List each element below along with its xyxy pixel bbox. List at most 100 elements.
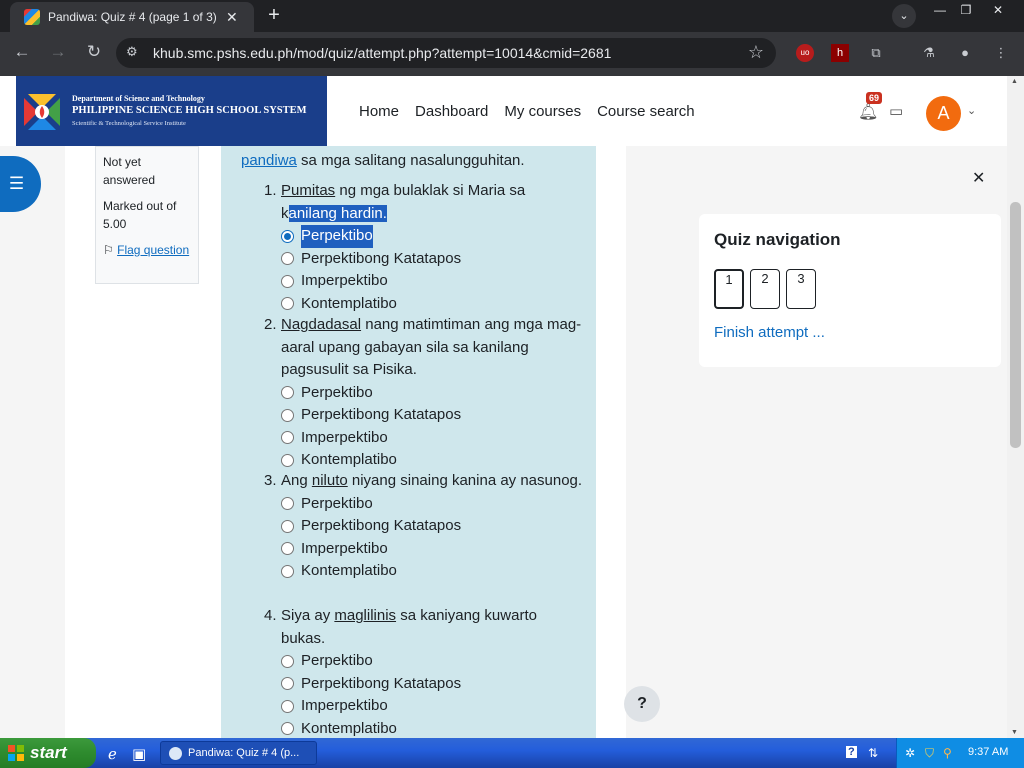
quiz-navigation-title: Quiz navigation xyxy=(714,230,841,249)
option-perpektibo[interactable]: Perpektibo xyxy=(281,493,584,516)
radio-button[interactable] xyxy=(281,408,294,422)
start-button[interactable]: start xyxy=(0,738,96,768)
finish-attempt-link[interactable]: Finish attempt ... xyxy=(714,324,825,341)
tab-search-icon[interactable]: ⌄ xyxy=(892,4,916,28)
quiz-page-button-3[interactable]: 3 xyxy=(786,269,816,309)
option-imperpektibo[interactable]: Imperpektibo xyxy=(281,538,584,561)
page-scrollbar[interactable]: ▲ ▼ xyxy=(1007,76,1024,738)
shield-tray-icon[interactable]: ⛉ xyxy=(925,746,934,761)
bookmark-star-icon[interactable]: ☆ xyxy=(748,42,764,63)
ie-quicklaunch-icon[interactable]: ℯ xyxy=(108,745,117,763)
option-label: Perpektibong Katatapos xyxy=(301,406,462,423)
option-imperpektibo[interactable]: Imperpektibo xyxy=(281,427,584,450)
extensions-puzzle-icon[interactable]: ⧉ xyxy=(867,44,885,62)
reload-icon[interactable]: ↻ xyxy=(82,42,106,62)
site-info-icon[interactable]: ⚙ xyxy=(126,44,138,60)
option-perpektibong-katatapos[interactable]: Perpektibong Katatapos xyxy=(281,673,584,696)
flag-question-link[interactable]: ⚐ Flag question xyxy=(103,241,191,259)
labs-flask-icon[interactable]: ⚗ xyxy=(920,44,938,62)
tab-close-icon[interactable]: ✕ xyxy=(226,9,238,26)
option-kontemplatibo[interactable]: Kontemplatibo xyxy=(281,560,584,583)
option-label: Kontemplatibo xyxy=(301,294,397,312)
address-bar[interactable]: ⚙ khub.smc.pshs.edu.ph/mod/quiz/attempt.… xyxy=(116,38,776,68)
question-intro: pandiwa sa mga salitang nasalungguhitan. xyxy=(241,152,525,169)
pandiwa-link[interactable]: pandiwa xyxy=(241,152,297,169)
menu-kebab-icon[interactable]: ⋮ xyxy=(992,44,1010,62)
help-tray-icon[interactable]: ? xyxy=(846,746,857,758)
course-index-toggle-icon[interactable]: ☰ xyxy=(0,156,41,212)
nav-my-courses[interactable]: My courses xyxy=(504,103,581,120)
nav-course-search[interactable]: Course search xyxy=(597,103,695,120)
radio-button[interactable] xyxy=(281,677,294,691)
radio-button[interactable] xyxy=(281,431,294,445)
quiz-page-button-1[interactable]: 1 xyxy=(714,269,744,309)
show-desktop-icon[interactable]: ▣ xyxy=(132,745,146,763)
quiz-page-button-2[interactable]: 2 xyxy=(750,269,780,309)
option-kontemplatibo[interactable]: Kontemplatibo xyxy=(281,293,584,316)
scrollbar-thumb[interactable] xyxy=(1010,202,1021,448)
restore-button[interactable]: ❐ xyxy=(952,0,980,20)
option-perpektibong-katatapos[interactable]: Perpektibong Katatapos xyxy=(281,248,584,271)
option-label: Kontemplatibo xyxy=(301,562,397,579)
radio-button[interactable] xyxy=(281,274,294,288)
extension-h-icon[interactable]: h xyxy=(831,44,849,62)
start-label: start xyxy=(30,743,67,762)
forward-icon[interactable]: → xyxy=(46,42,70,62)
radio-button[interactable] xyxy=(281,519,294,533)
question-number: 2. xyxy=(264,316,277,333)
back-icon[interactable]: ← xyxy=(10,42,34,62)
profile-icon[interactable]: ● xyxy=(956,44,974,62)
option-kontemplatibo[interactable]: Kontemplatibo xyxy=(281,718,584,739)
radio-button[interactable] xyxy=(281,252,294,266)
radio-button[interactable] xyxy=(281,453,294,467)
option-label: Kontemplatibo xyxy=(301,451,397,468)
scroll-down-icon[interactable]: ▼ xyxy=(1011,729,1018,736)
option-kontemplatibo[interactable]: Kontemplatibo xyxy=(281,449,584,472)
ublock-icon[interactable]: uo xyxy=(796,44,814,62)
option-label: Perpektibong Katatapos xyxy=(301,674,462,692)
nav-home[interactable]: Home xyxy=(359,103,399,120)
scroll-up-icon[interactable]: ▲ xyxy=(1011,78,1018,85)
help-button[interactable]: ? xyxy=(624,686,660,722)
tab-title: Pandiwa: Quiz # 4 (page 1 of 3) | xyxy=(48,10,216,24)
minimize-button[interactable]: — xyxy=(926,0,954,20)
close-drawer-icon[interactable]: ✕ xyxy=(972,168,985,188)
user-menu-chevron-icon[interactable]: ⌄ xyxy=(967,104,976,117)
radio-button[interactable] xyxy=(281,654,294,668)
subquestion-1: 1. Pumitas ng mga bulaklak si Maria sa k… xyxy=(264,180,584,315)
option-perpektibo[interactable]: Perpektibo xyxy=(281,382,584,405)
option-label: Imperpektibo xyxy=(301,428,388,446)
messages-chat-icon[interactable]: ▭ xyxy=(889,102,903,120)
nav-dashboard[interactable]: Dashboard xyxy=(415,103,488,120)
radio-button[interactable] xyxy=(281,386,294,400)
browser-tab[interactable]: Pandiwa: Quiz # 4 (page 1 of 3) | ✕ xyxy=(10,2,254,32)
new-tab-button[interactable]: + xyxy=(262,4,286,27)
question-number: 4. xyxy=(264,607,277,624)
option-label: Imperpektibo xyxy=(301,539,388,557)
radio-button[interactable] xyxy=(281,542,294,556)
radio-button[interactable] xyxy=(281,229,294,243)
network-tray-icon[interactable]: ⇅ xyxy=(868,746,878,760)
primary-nav: Home Dashboard My courses Course search xyxy=(359,103,695,120)
pshs-logo[interactable]: Department of Science and Technology PHI… xyxy=(16,76,327,146)
underlined-word: niluto xyxy=(311,472,348,489)
sync-tray-icon[interactable]: ✲ xyxy=(905,746,915,760)
option-imperpektibo[interactable]: Imperpektibo xyxy=(281,270,584,293)
close-window-button[interactable]: ✕ xyxy=(984,0,1012,20)
option-perpektibong-katatapos[interactable]: Perpektibong Katatapos xyxy=(281,404,584,427)
taskbar-item-chrome[interactable]: Pandiwa: Quiz # 4 (p... xyxy=(160,741,317,765)
radio-button[interactable] xyxy=(281,564,294,578)
notification-count-badge: 69 xyxy=(866,92,883,104)
option-perpektibo[interactable]: Perpektibo xyxy=(281,225,584,248)
taskbar-clock: 9:37 AM xyxy=(968,746,1009,758)
option-perpektibong-katatapos[interactable]: Perpektibong Katatapos xyxy=(281,515,584,538)
notifications-bell-icon[interactable]: 🔔︎ xyxy=(858,102,878,122)
option-perpektibo[interactable]: Perpektibo xyxy=(281,650,584,673)
radio-button[interactable] xyxy=(281,497,294,511)
option-imperpektibo[interactable]: Imperpektibo xyxy=(281,695,584,718)
radio-button[interactable] xyxy=(281,722,294,736)
user-avatar[interactable]: A xyxy=(926,96,961,131)
radio-button[interactable] xyxy=(281,699,294,713)
radio-button[interactable] xyxy=(281,297,294,311)
search-tray-icon[interactable]: ⚲ xyxy=(943,746,952,760)
